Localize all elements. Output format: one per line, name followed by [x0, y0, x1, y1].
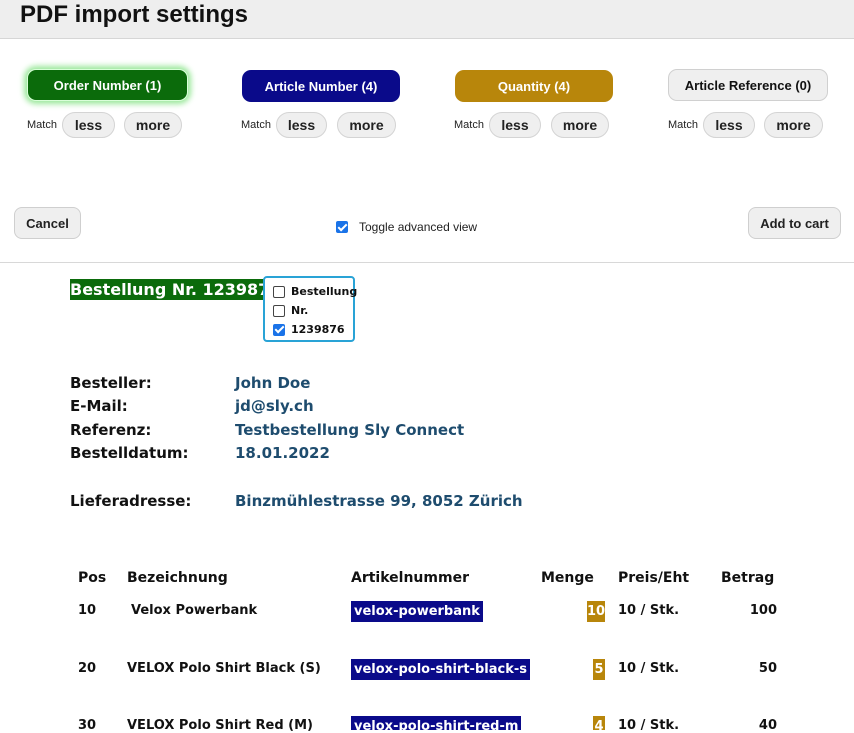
table-row-2-pos: 20	[78, 661, 97, 676]
match-label-order: Match	[27, 119, 57, 131]
match-label-quantity: Match	[454, 119, 484, 131]
table-header-pos: Pos	[78, 570, 107, 586]
popup-checkbox-bestellung[interactable]	[273, 285, 285, 298]
popup-label-bestellung: Bestellung	[291, 285, 358, 298]
add-to-cart-button[interactable]: Add to cart	[748, 207, 841, 239]
popup-label-nr: Nr.	[291, 304, 309, 317]
table-row-3-qty-highlight[interactable]: 4	[593, 716, 605, 730]
chip-article-reference[interactable]: Article Reference (0)	[668, 69, 828, 101]
delivery-value: Binzmühlestrasse 99, 8052 Zürich	[235, 492, 523, 510]
table-row-3-pos: 30	[78, 718, 97, 733]
toggle-advanced-label[interactable]: Toggle advanced view	[359, 220, 477, 234]
table-row-1-name: Velox Powerbank	[131, 603, 258, 618]
table-row-1-article-highlight[interactable]: velox-powerbank	[351, 601, 483, 622]
order-number-highlight[interactable]: Bestellung Nr. 1239876	[70, 279, 264, 300]
popup-checkbox-nr[interactable]	[273, 304, 285, 317]
chip-article-number[interactable]: Article Number (4)	[242, 70, 400, 102]
delivery-label: Lieferadresse:	[70, 492, 192, 510]
table-row-1-pos: 10	[78, 603, 97, 618]
field-label-bestelldatum: Bestelldatum:	[70, 444, 189, 462]
popup-label-1239876: 1239876	[291, 323, 345, 336]
article-more-button[interactable]: more	[337, 112, 396, 138]
table-row-2-qty-highlight[interactable]: 5	[593, 659, 605, 680]
table-row-1-qty-highlight[interactable]: 10	[587, 601, 605, 622]
table-row-2-name: VELOX Polo Shirt Black (S)	[127, 661, 321, 676]
quantity-less-button[interactable]: less	[489, 112, 541, 138]
table-row-1-total: 100	[749, 603, 777, 618]
table-header-artikelnummer: Artikelnummer	[351, 570, 469, 586]
table-row-3-name: VELOX Polo Shirt Red (M)	[127, 718, 313, 733]
field-label-referenz: Referenz:	[70, 421, 152, 439]
table-header-betrag: Betrag	[721, 570, 775, 586]
table-row-2-article-highlight[interactable]: velox-polo-shirt-black-s	[351, 659, 530, 680]
table-row-1-price: 10 / Stk.	[618, 603, 680, 618]
table-header-preis: Preis/Eht	[618, 570, 690, 586]
title-bar: PDF import settings	[0, 0, 854, 39]
field-value-besteller: John Doe	[235, 374, 311, 392]
table-row-2-total: 50	[758, 661, 777, 676]
quantity-more-button[interactable]: more	[551, 112, 609, 138]
reference-less-button[interactable]: less	[703, 112, 755, 138]
cancel-button[interactable]: Cancel	[14, 207, 81, 239]
popup-option-1239876[interactable]: 1239876	[273, 323, 345, 336]
popup-checkbox-1239876[interactable]	[273, 323, 285, 336]
table-header-menge: Menge	[541, 570, 594, 586]
table-row-3-price: 10 / Stk.	[618, 718, 680, 733]
reference-more-button[interactable]: more	[764, 112, 823, 138]
table-row-3-total: 40	[758, 718, 777, 733]
toggle-advanced-checkbox[interactable]	[336, 221, 348, 233]
field-label-besteller: Besteller:	[70, 374, 152, 392]
table-row-2-price: 10 / Stk.	[618, 661, 680, 676]
section-divider	[0, 262, 854, 263]
order-more-button[interactable]: more	[124, 112, 182, 138]
order-less-button[interactable]: less	[62, 112, 115, 138]
article-less-button[interactable]: less	[276, 112, 327, 138]
field-value-bestelldatum: 18.01.2022	[235, 444, 330, 462]
page-title: PDF import settings	[20, 1, 249, 28]
popup-option-nr[interactable]: Nr.	[273, 304, 308, 317]
field-value-referenz: Testbestellung Sly Connect	[235, 421, 465, 439]
field-value-email: jd@sly.ch	[235, 397, 314, 415]
field-label-email: E-Mail:	[70, 397, 128, 415]
match-label-reference: Match	[668, 119, 698, 131]
popup-option-bestellung[interactable]: Bestellung	[273, 285, 357, 298]
chip-quantity[interactable]: Quantity (4)	[455, 70, 613, 102]
chip-order-number[interactable]: Order Number (1)	[27, 69, 188, 101]
table-row-3-article-highlight[interactable]: velox-polo-shirt-red-m	[351, 716, 522, 730]
table-header-bezeichnung: Bezeichnung	[127, 570, 228, 586]
token-select-popup: Bestellung Nr. 1239876	[263, 276, 357, 342]
match-label-article: Match	[241, 119, 271, 131]
